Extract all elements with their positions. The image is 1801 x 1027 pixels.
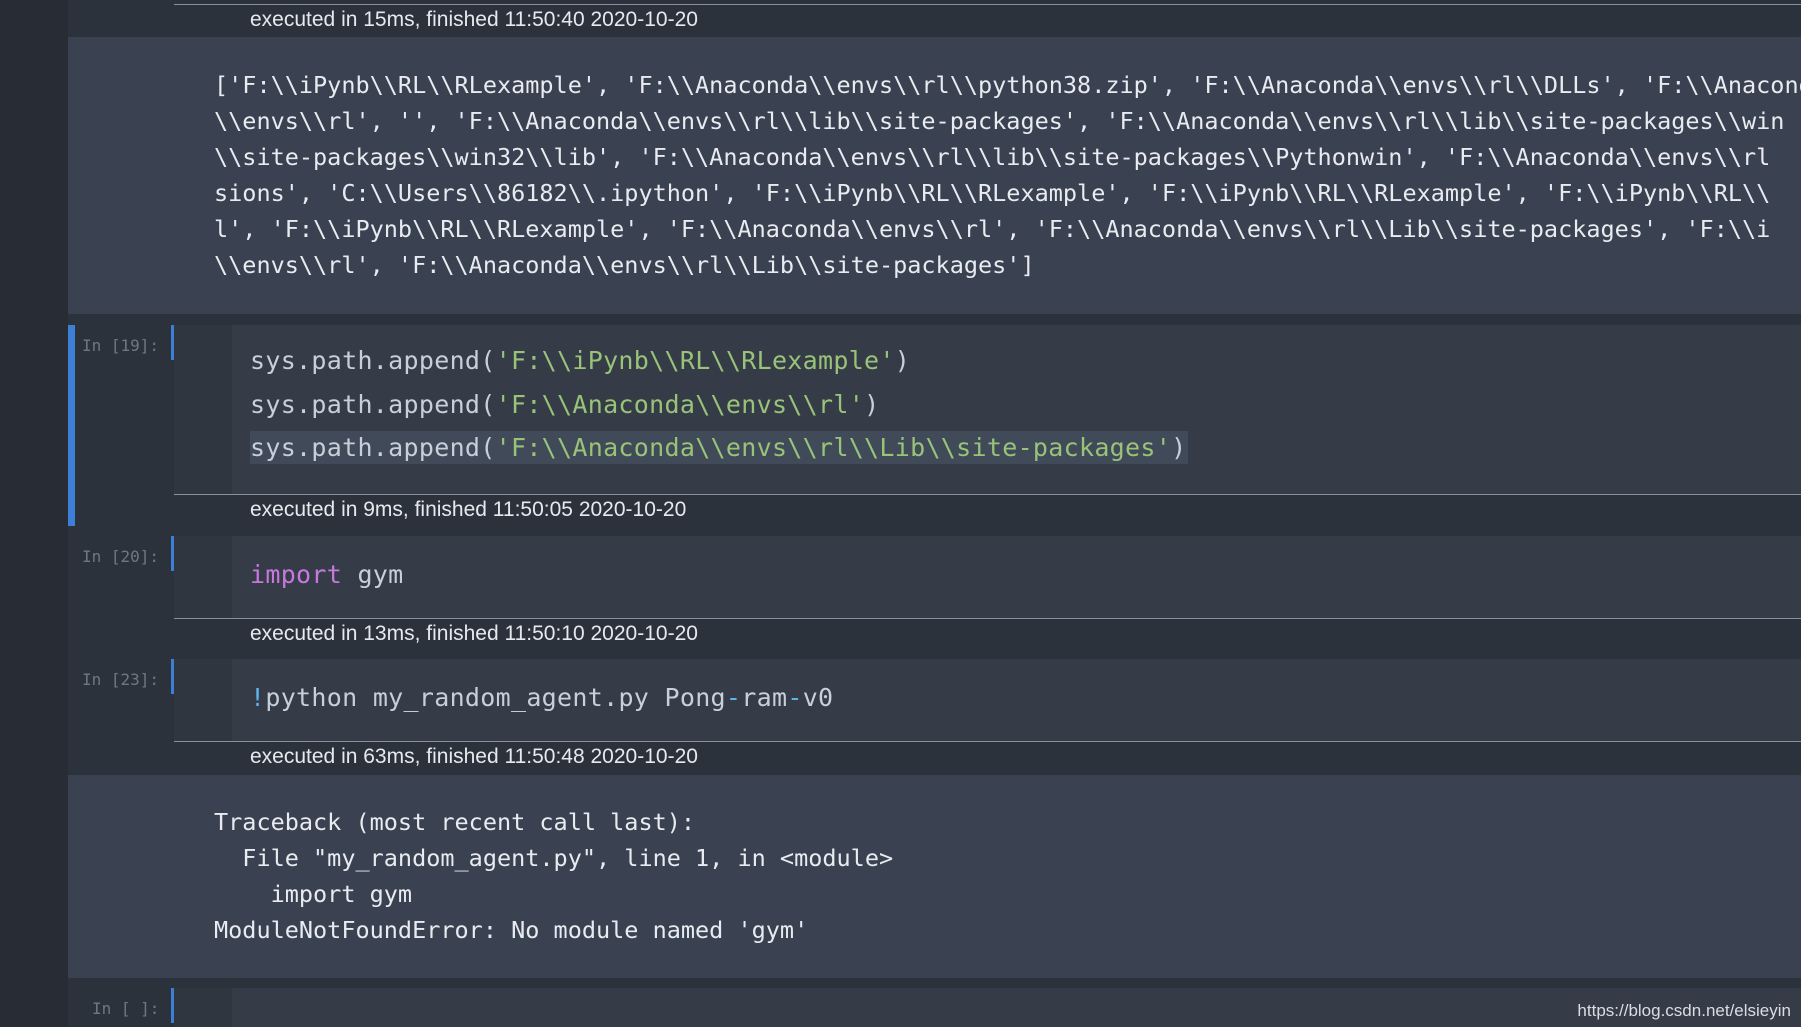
code-line-highlighted[interactable]: sys.path.append('F:\\Anaconda\\envs\\rl\… — [250, 431, 1189, 464]
string-literal: 'F:\\iPynb\\RL\\RLexample' — [495, 346, 895, 375]
string-literal: 'F:\\Anaconda\\envs\\rl\\Lib\\site-packa… — [495, 433, 1172, 462]
output-line: import gym — [214, 880, 413, 908]
output-line: l', 'F:\\iPynb\\RL\\RLexample', 'F:\\Ana… — [214, 215, 1771, 243]
code-editor[interactable] — [174, 988, 1801, 1027]
cell-output-area: ['F:\\iPynb\\RL\\RLexample', 'F:\\Anacon… — [68, 37, 1801, 314]
code-text: ) — [864, 390, 880, 419]
output-line: \\site-packages\\win32\\lib', 'F:\\Anaco… — [214, 143, 1771, 171]
code-cell-23[interactable]: In [23]: !python my_random_agent.py Pong… — [68, 659, 1801, 775]
code-gutter — [174, 988, 232, 1027]
execution-info: executed in 63ms, finished 11:50:48 2020… — [174, 741, 1801, 774]
operator: - — [725, 683, 742, 712]
code-editor[interactable] — [174, 536, 1801, 618]
execution-info: executed in 13ms, finished 11:50:10 2020… — [174, 618, 1801, 651]
output-line: File "my_random_agent.py", line 1, in <m… — [214, 844, 894, 872]
code-line[interactable]: sys.path.append('F:\\iPynb\\RL\\RLexampl… — [250, 346, 910, 375]
execution-info-text: executed in 63ms, finished 11:50:48 2020… — [250, 745, 698, 768]
code-cell-empty[interactable]: In [ ]: — [68, 988, 1801, 1027]
code-text: ) — [894, 346, 911, 375]
code-gutter — [174, 659, 232, 741]
code-text: v0 — [802, 683, 834, 712]
output-line: \\envs\\rl', 'F:\\Anaconda\\envs\\rl\\Li… — [214, 251, 1035, 279]
code-text: ram — [741, 683, 788, 712]
output-line: sions', 'C:\\Users\\86182\\.ipython', 'F… — [214, 179, 1771, 207]
watermark: https://blog.csdn.net/elsieyin — [1577, 1001, 1791, 1020]
keyword: import — [250, 560, 343, 589]
code-line[interactable]: !python my_random_agent.py Pong-ram-v0 — [250, 683, 833, 712]
code-cell-20[interactable]: In [20]: import gym executed in 13ms, fi… — [68, 536, 1801, 651]
cell-output-area: Traceback (most recent call last): File … — [68, 775, 1801, 978]
code-line[interactable]: import gym — [250, 560, 404, 589]
operator: - — [787, 683, 803, 712]
code-text: sys.path.append( — [250, 433, 496, 462]
code-text: gym — [342, 560, 404, 589]
code-text: python my_random_agent.py Pong — [265, 683, 726, 712]
execution-info-text: executed in 13ms, finished 11:50:10 2020… — [250, 622, 698, 645]
execution-info: executed in 15ms, finished 11:50:40 2020… — [174, 5, 1801, 37]
code-text: ) — [1171, 433, 1187, 462]
execution-info-text: executed in 15ms, finished 11:50:40 2020… — [250, 8, 698, 31]
code-text: sys.path.append( — [250, 346, 496, 375]
execution-info: executed in 9ms, finished 11:50:05 2020-… — [174, 494, 1801, 527]
output-line: ['F:\\iPynb\\RL\\RLexample', 'F:\\Anacon… — [214, 71, 1801, 99]
code-gutter — [174, 325, 232, 495]
code-text: sys.path.append( — [250, 390, 496, 419]
output-line: Traceback (most recent call last): — [214, 808, 696, 836]
output-line: ModuleNotFoundError: No module named 'gy… — [214, 916, 809, 944]
execution-info-text: executed in 9ms, finished 11:50:05 2020-… — [250, 498, 687, 521]
string-literal: 'F:\\Anaconda\\envs\\rl' — [495, 390, 865, 419]
code-gutter — [174, 536, 232, 618]
left-gutter — [0, 0, 68, 1027]
code-line[interactable]: sys.path.append('F:\\Anaconda\\envs\\rl'… — [250, 390, 879, 419]
code-cell-19[interactable]: In [19]: sys.path.append('F:\\iPynb\\RL\… — [68, 325, 1801, 527]
output-line: \\envs\\rl', '', 'F:\\Anaconda\\envs\\rl… — [214, 107, 1785, 135]
shell-bang: ! — [250, 683, 266, 712]
